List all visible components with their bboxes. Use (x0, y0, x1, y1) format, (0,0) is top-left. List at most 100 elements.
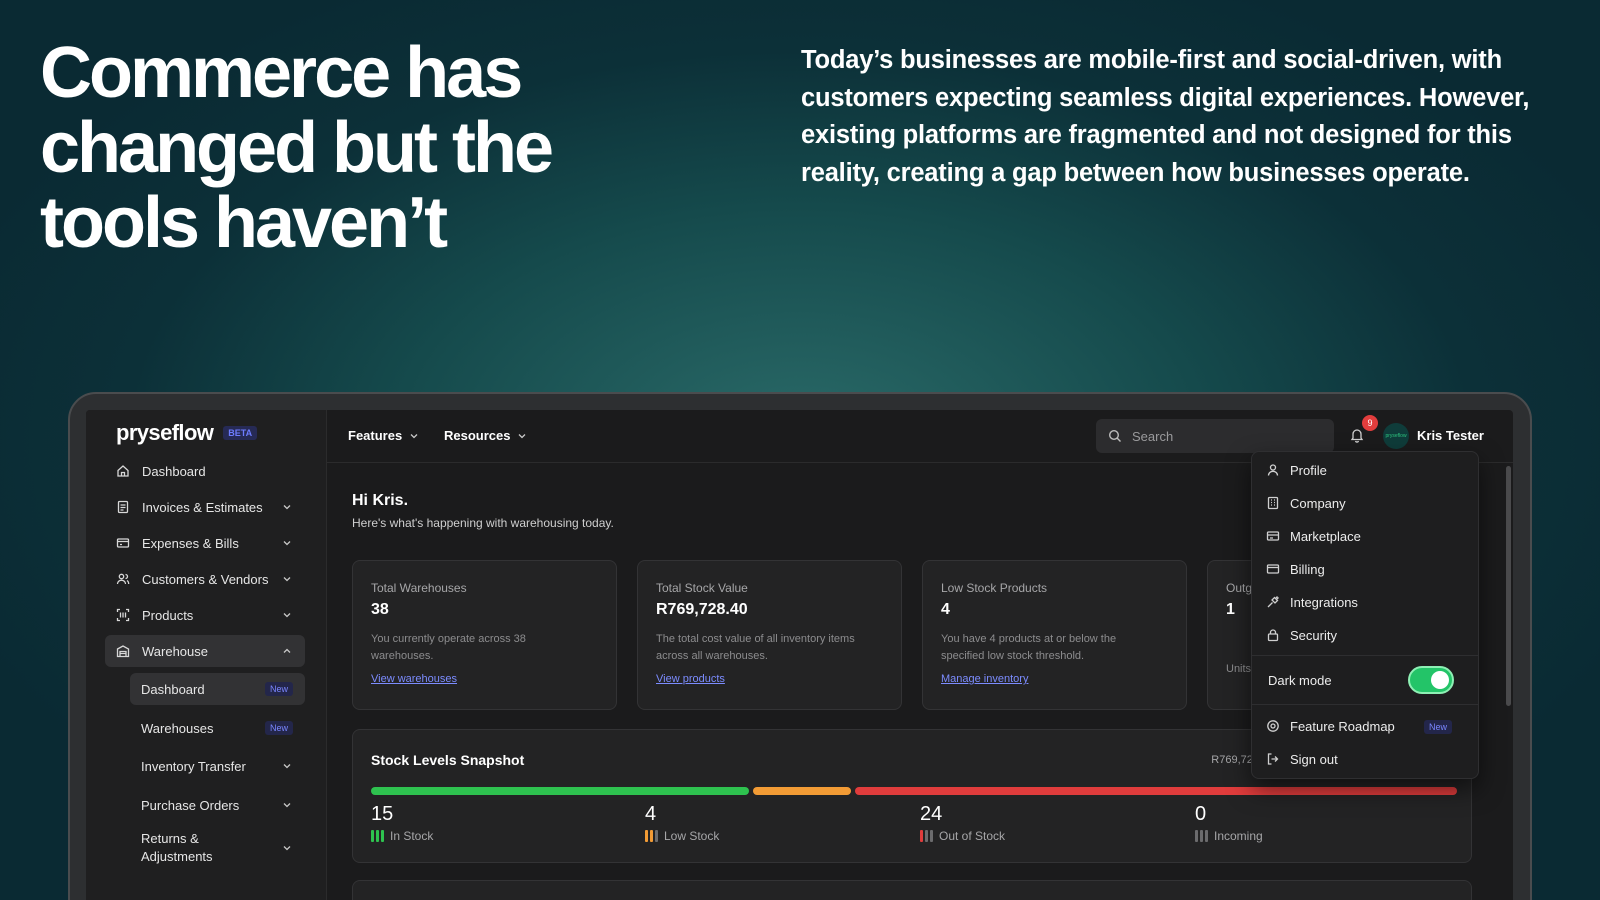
stat-label: Incoming (1214, 829, 1263, 843)
menu-item-integrations[interactable]: Integrations (1266, 588, 1358, 616)
menu-item-label: Integrations (1290, 594, 1358, 610)
user-menu: Profile Company Marketplace Billing Inte… (1251, 451, 1479, 779)
app-screen: pryseflow BETA Dashboard Invoices & Esti… (86, 410, 1513, 900)
sidebar-subitem-label: Warehouses (141, 720, 214, 736)
chevron-down-icon (283, 577, 291, 582)
user-name[interactable]: Kris Tester (1417, 428, 1484, 443)
card-description: The total cost value of all inventory it… (656, 633, 855, 662)
menu-item-profile[interactable]: Profile (1266, 456, 1327, 484)
sidebar-subitem-label: Inventory Transfer (141, 758, 246, 774)
sidebar-subitem-purchase-orders[interactable]: Purchase Orders (130, 789, 305, 821)
stat-label: In Stock (390, 829, 434, 843)
search-icon (1108, 429, 1121, 442)
card-value: 4 (941, 601, 950, 618)
sidebar-item-dashboard[interactable]: Dashboard (105, 455, 305, 487)
next-section-card (352, 880, 1472, 900)
sidebar-item-customers[interactable]: Customers & Vendors (105, 563, 305, 595)
dark-mode-toggle[interactable] (1408, 666, 1454, 694)
invoice-icon (116, 500, 130, 514)
menu-item-billing[interactable]: Billing (1266, 555, 1325, 583)
menu-item-feature-roadmap[interactable]: Feature Roadmap (1266, 712, 1395, 740)
sidebar-subitem-warehouses[interactable]: Warehouses New (130, 712, 305, 744)
bell-icon[interactable] (1349, 427, 1365, 443)
warehouse-icon (116, 644, 130, 658)
menu-item-company[interactable]: Company (1266, 489, 1346, 517)
features-label: Features (348, 428, 403, 443)
sidebar-item-expenses[interactable]: Expenses & Bills (105, 527, 305, 559)
menu-item-label: Marketplace (1290, 528, 1361, 544)
menu-divider (1252, 704, 1478, 705)
sidebar: pryseflow BETA Dashboard Invoices & Esti… (86, 410, 327, 900)
sidebar-subitem-label: Purchase Orders (141, 797, 240, 813)
hero-headline: Commerce has changed but the tools haven… (40, 33, 554, 263)
plug-icon (1267, 596, 1279, 608)
avatar-text: pryseflow (1385, 433, 1407, 439)
logo[interactable]: pryseflow BETA (116, 420, 258, 446)
menu-item-label: Billing (1290, 561, 1325, 577)
sidebar-item-invoices[interactable]: Invoices & Estimates (105, 491, 305, 523)
card-label: Low Stock Products (941, 581, 1048, 595)
sidebar-item-label: Customers & Vendors (142, 571, 269, 587)
search-box[interactable] (1096, 419, 1334, 453)
hero-intro: Today’s businesses are mobile-first and … (801, 46, 1530, 187)
new-badge: New (264, 682, 293, 696)
scrollbar[interactable] (1506, 466, 1511, 706)
chevron-down-icon (410, 433, 418, 438)
menu-item-sign-out[interactable]: Sign out (1266, 745, 1338, 773)
search-input[interactable] (1132, 428, 1312, 444)
sidebar-subitem-label: Dashboard (141, 681, 205, 697)
card-total-stock-value: Total Stock Value R769,728.40 The total … (637, 560, 902, 710)
stat-low-stock: 4 Low Stock (645, 803, 719, 843)
menu-item-label: Sign out (1290, 751, 1338, 767)
sign-out-icon (1267, 753, 1279, 765)
users-icon (116, 572, 130, 586)
resources-menu[interactable]: Resources (444, 428, 528, 443)
menu-item-label: Company (1290, 495, 1346, 511)
toggle-knob (1431, 671, 1449, 689)
features-menu[interactable]: Features (348, 428, 420, 443)
bar-indicator-icon (371, 830, 384, 842)
new-badge: New (264, 721, 293, 735)
stat-in-stock: 15 In Stock (371, 803, 433, 843)
sidebar-subitem-returns[interactable]: Returns & Adjustments (130, 828, 305, 868)
card-description: You have 4 products at or below the spec… (941, 633, 1117, 662)
user-icon (1267, 464, 1279, 476)
in-stock-bar (371, 787, 749, 795)
resources-label: Resources (444, 428, 511, 443)
menu-item-security[interactable]: Security (1266, 621, 1337, 649)
card-low-stock-products: Low Stock Products 4 You have 4 products… (922, 560, 1187, 710)
sidebar-item-warehouse[interactable]: Warehouse (105, 635, 305, 667)
menu-item-label: Security (1290, 627, 1337, 643)
home-icon (116, 464, 130, 478)
beta-badge: BETA (223, 426, 258, 440)
sidebar-item-products[interactable]: Products (105, 599, 305, 631)
bar-indicator-icon (1195, 830, 1208, 842)
dark-mode-label: Dark mode (1268, 672, 1332, 688)
stat-value: 4 (645, 803, 657, 825)
stat-value: 24 (920, 803, 943, 825)
chevron-down-icon (283, 803, 291, 808)
out-of-stock-bar (855, 787, 1457, 795)
chevron-down-icon (283, 764, 291, 769)
store-icon (1266, 531, 1280, 541)
sidebar-item-label: Invoices & Estimates (142, 499, 263, 515)
bar-indicator-icon (920, 830, 933, 842)
menu-item-label: Feature Roadmap (1290, 718, 1395, 734)
view-warehouses-link[interactable]: View warehouses (371, 673, 457, 685)
avatar[interactable]: pryseflow (1383, 423, 1409, 449)
manage-inventory-link[interactable]: Manage inventory (941, 673, 1028, 685)
stat-value: 15 (371, 803, 394, 825)
sidebar-item-label: Dashboard (142, 463, 206, 479)
card-label: Total Stock Value (656, 581, 748, 595)
barcode-icon (116, 608, 130, 622)
low-stock-bar (753, 787, 851, 795)
logo-text: pryseflow (116, 420, 214, 445)
menu-divider (1252, 655, 1478, 656)
sidebar-subitem-inventory-transfer[interactable]: Inventory Transfer (130, 750, 305, 782)
sidebar-subitem-warehouse-dashboard[interactable]: Dashboard New (130, 673, 305, 705)
menu-item-marketplace[interactable]: Marketplace (1266, 522, 1361, 550)
view-products-link[interactable]: View products (656, 673, 725, 685)
sidebar-subitem-label: Returns & Adjustments (141, 831, 213, 864)
stat-label: Out of Stock (939, 829, 1006, 843)
stat-label: Low Stock (664, 829, 720, 843)
